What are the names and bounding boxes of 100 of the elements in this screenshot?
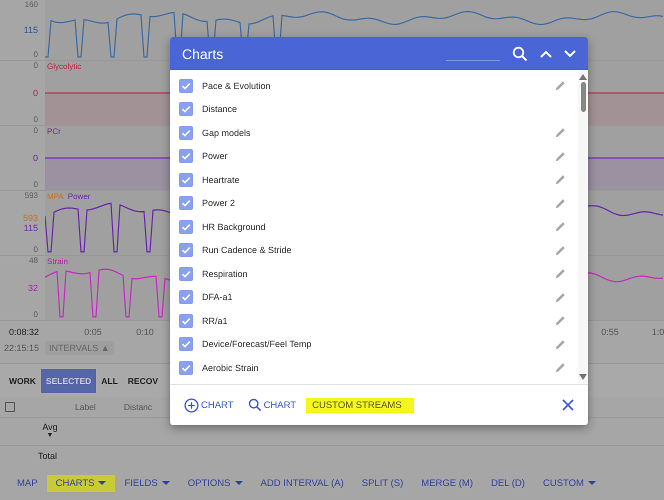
- interval-tab[interactable]: ALL: [96, 368, 123, 392]
- axis-label: 593: [24, 191, 38, 200]
- time-tick: 1:0: [652, 327, 664, 337]
- search-icon[interactable]: [512, 46, 528, 62]
- chart-name[interactable]: Power 2: [202, 198, 555, 208]
- checkbox[interactable]: [179, 243, 193, 258]
- checkbox[interactable]: [179, 126, 193, 140]
- pencil-icon[interactable]: [555, 127, 566, 138]
- axis-label: 0: [32, 88, 38, 98]
- toolbar-button[interactable]: FIELDS: [115, 474, 179, 492]
- search-icon: [248, 398, 262, 412]
- chart-name[interactable]: Run Cadence & Stride: [202, 245, 555, 256]
- checkbox[interactable]: [179, 266, 193, 281]
- axis-label: 0: [34, 126, 38, 135]
- pencil-icon[interactable]: [555, 198, 566, 209]
- scroll-up-icon[interactable]: [579, 74, 587, 80]
- footer-button[interactable]: CUSTOM STREAMS: [306, 398, 414, 412]
- checkbox[interactable]: [179, 220, 193, 234]
- chevron-up-icon[interactable]: [540, 50, 552, 58]
- axis-label: 0: [34, 180, 38, 189]
- pencil-icon[interactable]: [555, 221, 566, 232]
- series-label: Strain: [47, 257, 68, 266]
- toolbar-button[interactable]: MERGE (M): [412, 474, 482, 492]
- axis-label: 0: [34, 115, 38, 124]
- chart-name[interactable]: RR/a1: [202, 316, 555, 326]
- checkbox[interactable]: [179, 172, 193, 187]
- axis-label: 0: [34, 61, 38, 70]
- checkmark-icon: [180, 338, 192, 350]
- plus-circle-icon: [184, 398, 199, 412]
- column-header: Label: [75, 402, 96, 412]
- interval-tab[interactable]: WORK: [4, 368, 41, 392]
- interval-tab[interactable]: RECOV: [122, 368, 164, 392]
- elapsed-time: 0:08:32: [9, 327, 40, 337]
- chart-name[interactable]: HR Background: [202, 222, 555, 232]
- series-label: MPA: [47, 192, 64, 201]
- chart-name[interactable]: Distance: [202, 104, 578, 114]
- pencil-icon[interactable]: [555, 150, 566, 162]
- axis-label: 0: [34, 310, 38, 319]
- footer-button[interactable]: CHART: [180, 396, 238, 414]
- checkbox[interactable]: [5, 402, 15, 412]
- scrollbar[interactable]: [578, 70, 588, 384]
- checkbox[interactable]: [179, 78, 193, 93]
- pencil-icon[interactable]: [555, 292, 566, 303]
- pencil-icon[interactable]: [555, 315, 566, 326]
- pencil-icon[interactable]: [555, 268, 566, 280]
- column-header: Distanc: [124, 402, 152, 412]
- chart-name[interactable]: Power: [202, 151, 555, 162]
- time-tick: 0:55: [601, 327, 619, 337]
- toolbar-button[interactable]: CHARTS: [46, 474, 116, 492]
- chart-name[interactable]: Gap models: [202, 128, 555, 138]
- pencil-icon[interactable]: [555, 80, 566, 92]
- checkbox[interactable]: [179, 290, 193, 304]
- axis-label: 160: [24, 0, 38, 9]
- checkbox[interactable]: [179, 149, 193, 164]
- checkmark-icon: [180, 103, 192, 116]
- pencil-icon[interactable]: [555, 174, 566, 186]
- axis-label: 593: [22, 212, 38, 222]
- clock-time: 22:15:15: [4, 343, 40, 353]
- chevron-down-icon[interactable]: [564, 50, 576, 58]
- total-label: Total: [38, 451, 58, 461]
- toolbar-button[interactable]: SPLIT (S): [352, 474, 412, 492]
- footer-button[interactable]: CHART: [244, 396, 300, 414]
- toolbar-button[interactable]: ADD INTERVAL (A): [252, 474, 353, 492]
- axis-label: 48: [29, 256, 38, 265]
- checkmark-icon: [180, 244, 192, 256]
- avg-label: Avg: [42, 422, 58, 432]
- checkmark-icon: [180, 197, 192, 210]
- series-label: Glycolytic: [47, 62, 82, 71]
- scroll-thumb[interactable]: [580, 82, 586, 112]
- toolbar-button[interactable]: OPTIONS: [178, 474, 252, 492]
- checkmark-icon: [180, 291, 192, 304]
- checkbox[interactable]: [179, 314, 193, 328]
- checkbox[interactable]: [179, 360, 193, 375]
- checkbox[interactable]: [179, 102, 193, 116]
- time-tick: 0:05: [84, 327, 102, 337]
- chart-name[interactable]: Pace & Evolution: [202, 80, 555, 91]
- series-label: PCr: [47, 127, 61, 136]
- pencil-icon[interactable]: [555, 362, 566, 374]
- toolbar-button[interactable]: MAP: [8, 474, 47, 492]
- toolbar-button[interactable]: DEL (D): [482, 474, 534, 492]
- chart-name[interactable]: Device/Forecast/Feel Temp: [202, 339, 555, 350]
- checkbox[interactable]: [179, 337, 193, 352]
- axis-label: 0: [34, 245, 38, 254]
- toolbar-button[interactable]: CUSTOM: [534, 474, 605, 492]
- checkbox[interactable]: [179, 196, 193, 210]
- dialog-title: Charts: [182, 46, 224, 62]
- pencil-icon[interactable]: [555, 244, 566, 256]
- chart-name[interactable]: Heartrate: [202, 174, 555, 185]
- chart-name[interactable]: DFA-a1: [202, 292, 555, 302]
- close-icon[interactable]: [562, 399, 574, 411]
- axis-label: 32: [28, 282, 38, 292]
- axis-label: 0: [32, 152, 38, 162]
- series-label: Power: [68, 192, 90, 201]
- time-tick: 0:10: [136, 327, 154, 337]
- scroll-down-icon[interactable]: [579, 374, 587, 380]
- chart-name[interactable]: Aerobic Strain: [202, 362, 555, 373]
- pencil-icon[interactable]: [555, 338, 566, 350]
- axis-label: 115: [24, 222, 38, 232]
- chart-name[interactable]: Respiration: [202, 268, 555, 279]
- checkmark-icon: [180, 150, 192, 162]
